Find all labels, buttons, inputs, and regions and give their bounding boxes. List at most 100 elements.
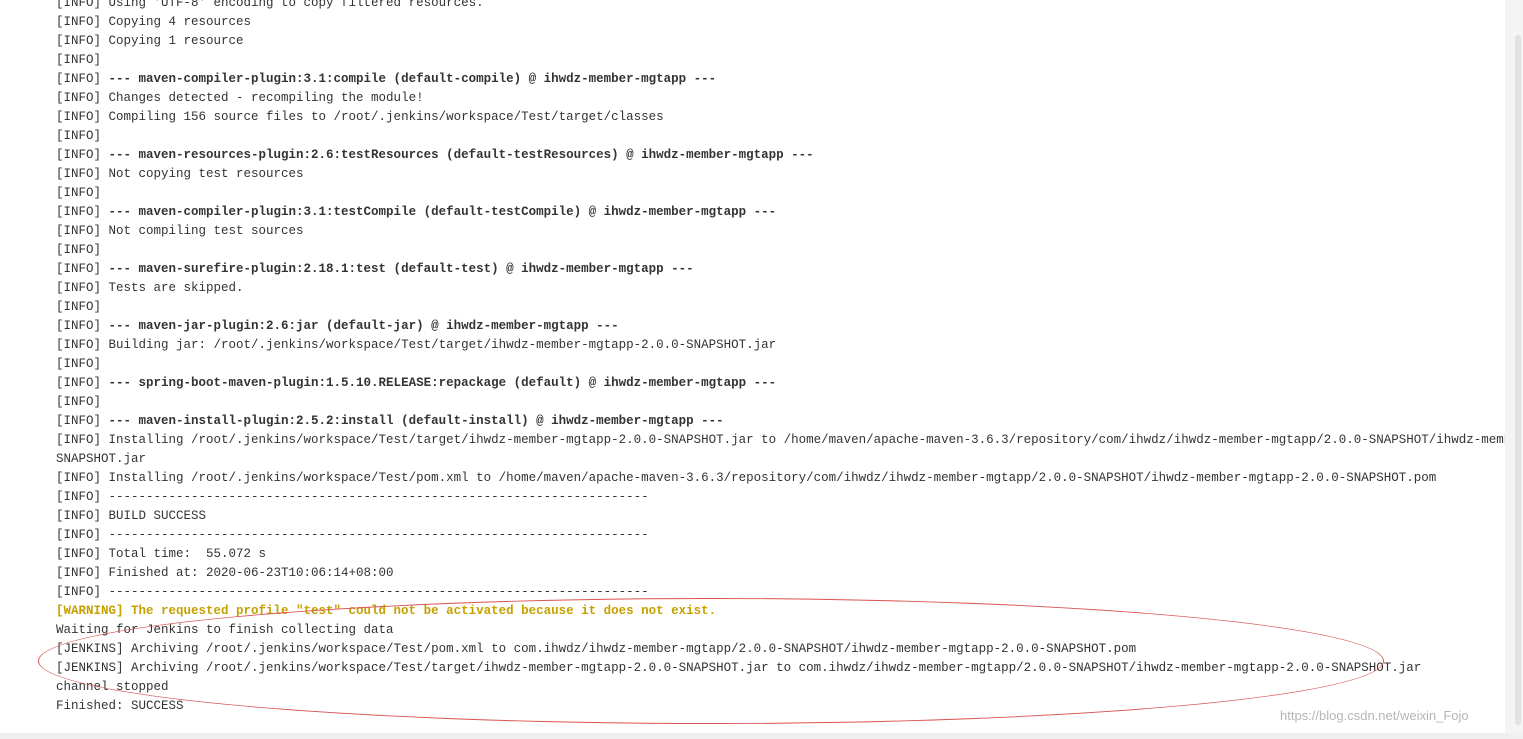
console-line-text: Installing /root/.jenkins/workspace/Test… (108, 471, 1437, 485)
console-line-prefix: [INFO] (56, 528, 109, 542)
console-line-text: Archiving /root/.jenkins/workspace/Test/… (131, 661, 1422, 675)
console-line: [INFO] ---------------------------------… (56, 488, 1506, 507)
console-line-text: ----------------------------------------… (108, 490, 649, 504)
console-line-prefix: [INFO] (56, 148, 109, 162)
console-line-text: Archiving /root/.jenkins/workspace/Test/… (131, 642, 1137, 656)
console-line: [INFO] BUILD SUCCESS (56, 507, 1506, 526)
console-line-prefix: [INFO] (56, 167, 109, 181)
console-line-text: The requested profile "test" could not b… (131, 604, 717, 618)
console-output: [INFO] Using 'UTF-8' encoding to copy fi… (56, 0, 1523, 716)
console-line-prefix: [INFO] (56, 0, 109, 10)
console-line: [INFO] Changes detected - recompiling th… (56, 89, 1506, 108)
console-line-text: --- maven-surefire-plugin:2.18.1:test (d… (108, 262, 694, 276)
console-line-prefix: [INFO] (56, 300, 102, 314)
console-line-text: --- spring-boot-maven-plugin:1.5.10.RELE… (108, 376, 777, 390)
console-line: Waiting for Jenkins to finish collecting… (56, 621, 1506, 640)
console-line: [INFO] Copying 1 resource (56, 32, 1506, 51)
console-line-prefix: [INFO] (56, 414, 109, 428)
console-line-prefix: [INFO] (56, 15, 109, 29)
console-line-text: --- maven-compiler-plugin:3.1:compile (d… (108, 72, 717, 86)
console-line: SNAPSHOT.jar (56, 450, 1506, 469)
console-line-prefix: [INFO] (56, 509, 109, 523)
console-line-prefix: [INFO] (56, 186, 102, 200)
console-line: [INFO] --- maven-install-plugin:2.5.2:in… (56, 412, 1506, 431)
console-line-prefix: [INFO] (56, 34, 109, 48)
console-line-prefix: [INFO] (56, 110, 109, 124)
console-line-prefix: [INFO] (56, 91, 109, 105)
console-line: [INFO] Using 'UTF-8' encoding to copy fi… (56, 0, 1506, 13)
console-line-text: Changes detected - recompiling the modul… (108, 91, 424, 105)
console-line: [INFO] (56, 184, 1506, 203)
console-line-prefix: [INFO] (56, 262, 109, 276)
console-line-text: ----------------------------------------… (108, 585, 649, 599)
console-line: [INFO] (56, 51, 1506, 70)
watermark: https://blog.csdn.net/weixin_Fojo (1280, 708, 1469, 723)
console-line: [INFO] (56, 298, 1506, 317)
console-line: [INFO] (56, 127, 1506, 146)
console-line-prefix: [INFO] (56, 338, 109, 352)
console-line-prefix: [INFO] (56, 471, 109, 485)
scrollbar-thumb[interactable] (1515, 35, 1521, 725)
console-line-prefix: [INFO] (56, 224, 109, 238)
console-line-text: Not compiling test sources (108, 224, 304, 238)
console-line: [INFO] Installing /root/.jenkins/workspa… (56, 431, 1523, 450)
console-line: [INFO] Not copying test resources (56, 165, 1506, 184)
console-line-prefix: [INFO] (56, 490, 109, 504)
console-line-prefix: [INFO] (56, 566, 109, 580)
console-warning-line: [WARNING] The requested profile "test" c… (56, 602, 1506, 621)
console-line: [INFO] --- maven-compiler-plugin:3.1:tes… (56, 203, 1506, 222)
console-line: [INFO] --- maven-resources-plugin:2.6:te… (56, 146, 1506, 165)
console-line-text: Using 'UTF-8' encoding to copy filtered … (108, 0, 484, 10)
console-line: [INFO] Compiling 156 source files to /ro… (56, 108, 1506, 127)
console-line: [INFO] --- spring-boot-maven-plugin:1.5.… (56, 374, 1506, 393)
console-line-prefix: [JENKINS] (56, 661, 132, 675)
console-line-prefix: [INFO] (56, 585, 109, 599)
console-line: channel stopped (56, 678, 1506, 697)
console-line: [INFO] ---------------------------------… (56, 583, 1506, 602)
console-line-text: SNAPSHOT.jar (56, 452, 147, 466)
console-line-prefix: [JENKINS] (56, 642, 132, 656)
console-line: [INFO] Not compiling test sources (56, 222, 1506, 241)
console-line: [INFO] (56, 355, 1506, 374)
console-line: [INFO] Tests are skipped. (56, 279, 1506, 298)
console-line-prefix: [WARNING] (56, 604, 132, 618)
console-line-prefix: [INFO] (56, 395, 102, 409)
console-line-prefix: [INFO] (56, 547, 109, 561)
console-line-text: Total time: 55.072 s (108, 547, 267, 561)
console-line-text: Tests are skipped. (108, 281, 244, 295)
console-line: [INFO] ---------------------------------… (56, 526, 1506, 545)
console-line-prefix: [INFO] (56, 72, 109, 86)
console-line-text: Compiling 156 source files to /root/.jen… (108, 110, 664, 124)
console-line: [INFO] Copying 4 resources (56, 13, 1506, 32)
console-line-text: --- maven-jar-plugin:2.6:jar (default-ja… (108, 319, 619, 333)
console-line-text: Installing /root/.jenkins/workspace/Test… (108, 433, 1523, 447)
console-line-prefix: [INFO] (56, 319, 109, 333)
console-line: [JENKINS] Archiving /root/.jenkins/works… (56, 640, 1506, 659)
console-line-text: Waiting for Jenkins to finish collecting… (56, 623, 394, 637)
console-line-text: Not copying test resources (108, 167, 304, 181)
console-line-text: channel stopped (56, 680, 169, 694)
console-line-prefix: [INFO] (56, 281, 109, 295)
console-line: [INFO] --- maven-surefire-plugin:2.18.1:… (56, 260, 1506, 279)
console-line-prefix: [INFO] (56, 53, 102, 67)
console-line: [INFO] --- maven-compiler-plugin:3.1:com… (56, 70, 1506, 89)
console-line-prefix: [INFO] (56, 376, 109, 390)
console-line: [INFO] (56, 241, 1506, 260)
console-line: [INFO] Finished at: 2020-06-23T10:06:14+… (56, 564, 1506, 583)
console-line-prefix: [INFO] (56, 129, 102, 143)
console-line-prefix: [INFO] (56, 243, 102, 257)
console-line: [INFO] (56, 393, 1506, 412)
console-line-text: Finished at: 2020-06-23T10:06:14+08:00 (108, 566, 394, 580)
console-line: [INFO] Building jar: /root/.jenkins/work… (56, 336, 1506, 355)
console-line-prefix: [INFO] (56, 433, 109, 447)
console-line-text: BUILD SUCCESS (108, 509, 207, 523)
console-line-text: Building jar: /root/.jenkins/workspace/T… (108, 338, 777, 352)
bottom-strip (0, 733, 1523, 739)
console-line: [INFO] --- maven-jar-plugin:2.6:jar (def… (56, 317, 1506, 336)
console-line: [INFO] Installing /root/.jenkins/workspa… (56, 469, 1506, 488)
console-line-text: --- maven-resources-plugin:2.6:testResou… (108, 148, 814, 162)
console-line-prefix: [INFO] (56, 357, 102, 371)
console-line-text: Copying 1 resource (108, 34, 244, 48)
console-line-prefix: [INFO] (56, 205, 109, 219)
console-line-text: ----------------------------------------… (108, 528, 649, 542)
